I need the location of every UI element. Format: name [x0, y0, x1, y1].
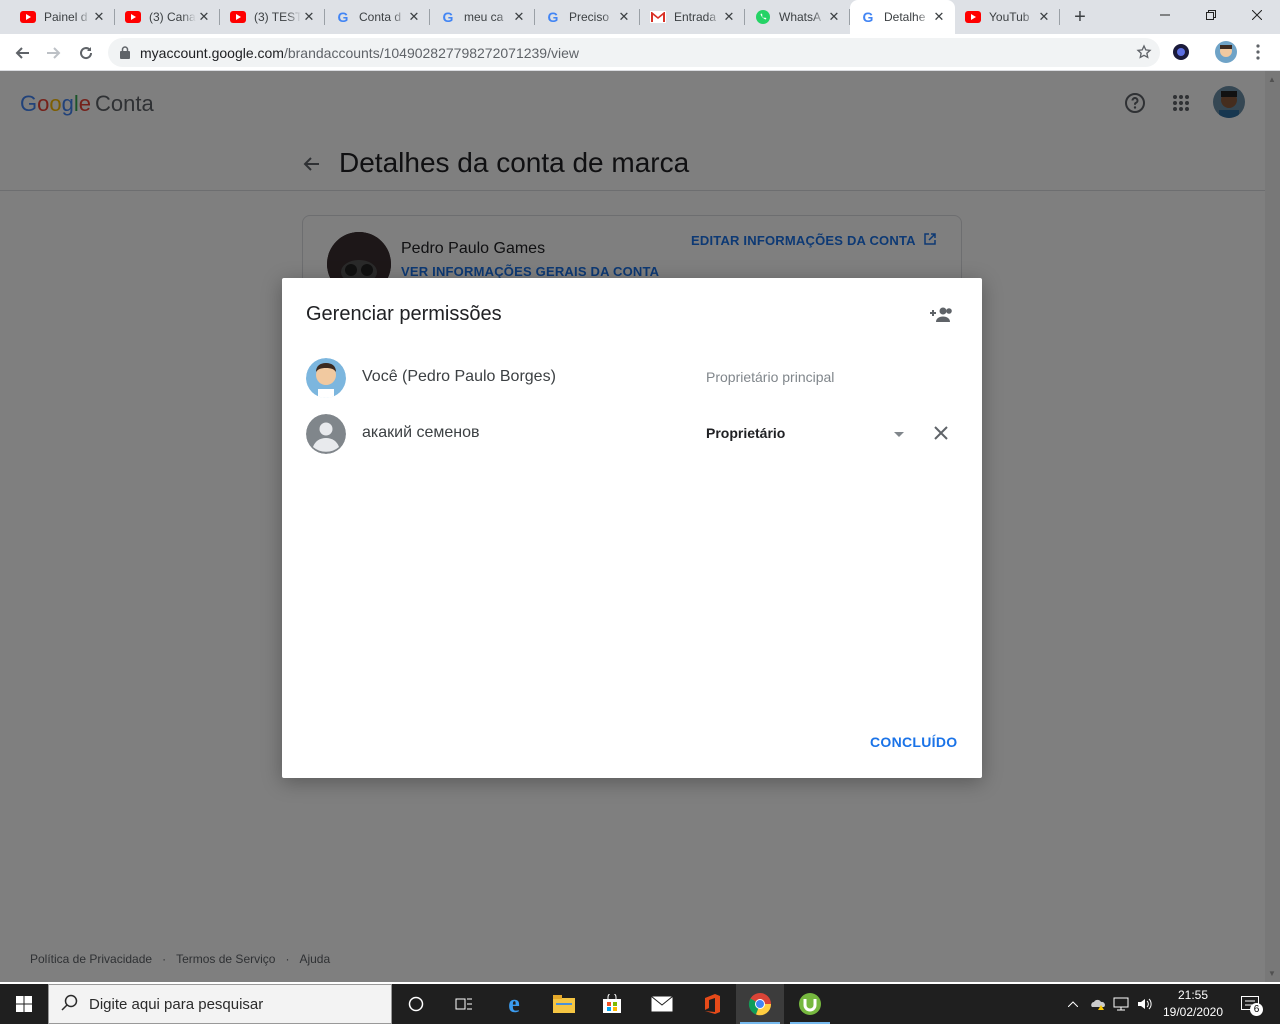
close-tab-icon[interactable]: ✕ — [91, 9, 107, 25]
notification-count-badge: 6 — [1250, 1003, 1263, 1016]
gmail-icon — [650, 9, 666, 25]
lock-icon — [120, 46, 130, 59]
tab-title: Conta d — [359, 10, 402, 24]
restore-button[interactable] — [1188, 0, 1234, 30]
reload-icon[interactable] — [72, 39, 100, 67]
member-avatar — [306, 358, 346, 398]
volume-icon[interactable] — [1135, 984, 1155, 1024]
browser-tabstrip: Painel d ✕ (3) Cana ✕ (3) TEST ✕ G Conta… — [0, 0, 1280, 34]
close-tab-icon[interactable]: ✕ — [406, 9, 422, 25]
youtube-icon — [965, 9, 981, 25]
close-tab-icon[interactable]: ✕ — [826, 9, 842, 25]
add-person-icon[interactable] — [928, 302, 954, 328]
close-tab-icon[interactable]: ✕ — [196, 9, 212, 25]
tab-title: Painel d — [44, 10, 88, 24]
tab-painel[interactable]: Painel d ✕ — [10, 0, 115, 34]
default-avatar-icon — [306, 414, 346, 454]
remove-member-icon[interactable] — [930, 422, 952, 444]
clock-date: 19/02/2020 — [1162, 1005, 1224, 1019]
browser-toolbar: myaccount.google.com/brandaccounts/10490… — [0, 34, 1280, 71]
tab-title: Preciso — [569, 10, 610, 24]
tab-teste[interactable]: (3) TEST ✕ — [220, 0, 325, 34]
member-row: акакий семенов Proprietário — [306, 412, 958, 456]
youtube-icon — [20, 9, 36, 25]
close-tab-icon[interactable]: ✕ — [721, 9, 737, 25]
close-tab-icon[interactable]: ✕ — [616, 9, 632, 25]
chrome-taskbar-icon[interactable] — [736, 984, 784, 1024]
member-role-select[interactable]: Proprietário — [706, 425, 785, 441]
back-icon[interactable] — [8, 39, 36, 67]
tab-preciso[interactable]: G Preciso ✕ — [535, 0, 640, 34]
member-row: Você (Pedro Paulo Borges) Proprietário p… — [306, 356, 958, 400]
tab-title: meu ca — [464, 10, 504, 24]
office-icon[interactable] — [688, 984, 736, 1024]
tab-title: (3) TEST — [254, 10, 301, 24]
youtube-icon — [125, 9, 141, 25]
action-center-icon[interactable]: 6 — [1235, 992, 1265, 1016]
tab-entrada[interactable]: Entrada ✕ — [640, 0, 745, 34]
google-icon: G — [547, 9, 559, 25]
url-path: /brandaccounts/104902827798272071239/vie… — [283, 44, 579, 61]
done-button[interactable]: CONCLUÍDO — [870, 734, 957, 750]
tab-conta[interactable]: G Conta d ✕ — [325, 0, 430, 34]
minimize-button[interactable] — [1142, 0, 1188, 30]
onedrive-warning-icon[interactable] — [1087, 984, 1109, 1024]
manage-permissions-dialog: Gerenciar permissões Você (Pedro Paulo B… — [282, 278, 982, 778]
tab-meu-canal[interactable]: G meu ca ✕ — [430, 0, 535, 34]
mail-icon[interactable] — [638, 984, 686, 1024]
network-icon[interactable] — [1111, 984, 1131, 1024]
taskbar-search-box[interactable]: Digite aqui para pesquisar — [48, 984, 392, 1024]
dialog-title: Gerenciar permissões — [306, 303, 502, 325]
tab-detalhes[interactable]: G Detalhe ✕ — [850, 0, 955, 34]
tab-title: YouTub — [989, 10, 1030, 24]
member-role: Proprietário principal — [706, 369, 835, 385]
search-icon — [61, 993, 89, 1015]
google-icon: G — [442, 9, 454, 25]
close-tab-icon[interactable]: ✕ — [511, 9, 527, 25]
dropdown-arrow-icon[interactable] — [891, 426, 907, 442]
edge-icon[interactable]: e — [490, 984, 538, 1024]
profile-avatar-icon[interactable] — [1214, 40, 1238, 64]
tab-title: Entrada — [674, 10, 717, 24]
close-tab-icon[interactable]: ✕ — [931, 9, 947, 25]
taskbar-clock[interactable]: 21:55 19/02/2020 — [1158, 987, 1228, 1021]
menu-dots-icon[interactable] — [1246, 40, 1270, 64]
member-name: Você (Pedro Paulo Borges) — [362, 368, 556, 385]
close-tab-icon[interactable]: ✕ — [1036, 9, 1052, 25]
close-tab-icon[interactable]: ✕ — [301, 9, 317, 25]
cortana-icon[interactable] — [392, 984, 440, 1024]
microsoft-store-icon[interactable] — [588, 984, 636, 1024]
tab-title: (3) Cana — [149, 10, 196, 24]
task-view-icon[interactable] — [440, 984, 488, 1024]
utorrent-icon[interactable] — [786, 984, 834, 1024]
tab-title: WhatsA — [779, 10, 822, 24]
close-window-button[interactable] — [1234, 0, 1280, 30]
tab-title: Detalhe — [884, 10, 926, 24]
whatsapp-icon — [755, 9, 771, 25]
windows-start-icon[interactable] — [0, 984, 48, 1024]
forward-icon[interactable] — [40, 39, 68, 67]
google-icon: G — [337, 9, 349, 25]
member-name: акакий семенов — [362, 424, 480, 441]
windows-taskbar: Digite aqui para pesquisar e 21:55 19/02… — [0, 984, 1280, 1024]
youtube-icon — [230, 9, 246, 25]
clock-time: 21:55 — [1177, 988, 1209, 1002]
url-host: myaccount.google.com — [140, 44, 284, 61]
bookmark-star-icon[interactable] — [1136, 44, 1152, 63]
tab-youtube[interactable]: YouTub ✕ — [955, 0, 1060, 34]
tab-canal[interactable]: (3) Cana ✕ — [115, 0, 220, 34]
new-tab-button[interactable]: + — [1068, 5, 1092, 29]
file-explorer-icon[interactable] — [540, 984, 588, 1024]
tray-expand-icon[interactable] — [1063, 984, 1083, 1024]
search-placeholder: Digite aqui para pesquisar — [89, 995, 264, 1013]
address-bar[interactable]: myaccount.google.com/brandaccounts/10490… — [108, 38, 1160, 67]
extension-icon[interactable] — [1169, 40, 1193, 64]
tab-whatsapp[interactable]: WhatsA ✕ — [745, 0, 850, 34]
google-icon: G — [862, 9, 874, 25]
